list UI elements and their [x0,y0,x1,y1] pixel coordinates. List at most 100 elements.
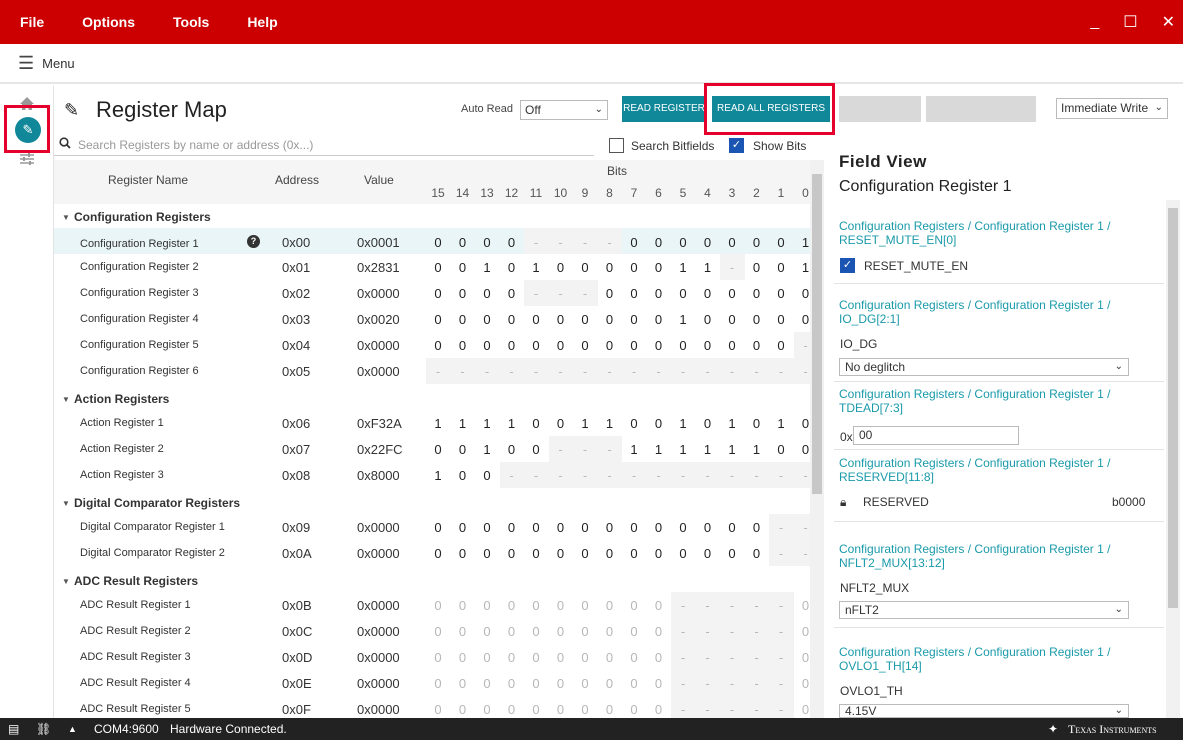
bit-cell[interactable]: 0 [475,676,499,691]
bit-cell[interactable]: 0 [500,442,524,457]
bit-cell[interactable]: 0 [426,702,450,717]
bit-cell[interactable]: 0 [500,312,524,327]
bit-cell[interactable]: 0 [451,520,475,535]
bit-cell[interactable]: 0 [426,312,450,327]
bit-cell[interactable]: 1 [671,416,695,431]
register-map-nav[interactable]: ✎ [4,105,50,153]
bit-cell[interactable]: 0 [500,676,524,691]
bit-cell[interactable]: 0 [524,442,548,457]
link-icon[interactable]: ⛓ [36,722,51,736]
bit-cell[interactable]: 0 [475,520,499,535]
bit-cell[interactable]: 0 [500,260,524,275]
bit-cell[interactable]: 0 [573,260,597,275]
bit-cell[interactable]: 0 [598,338,622,353]
bit-cell[interactable]: 0 [769,286,793,301]
bit-cell[interactable]: 0 [451,702,475,717]
bit-cell[interactable]: 0 [671,286,695,301]
register-row[interactable]: ADC Result Register 4 0x0E 0x0000 0 0 0 0 0 0 0 0 0… [54,670,810,696]
bit-cell[interactable]: 0 [426,650,450,665]
register-row[interactable]: Configuration Register 4 0x03 0x0020 0 0 0 0 0 0… [54,306,810,332]
ovlo1-th-select[interactable]: 4.15V ⌄ [839,704,1129,718]
register-value[interactable]: 0x0000 [357,624,400,639]
bit-cell[interactable]: 1 [475,416,499,431]
bit-cell[interactable]: 0 [426,598,450,613]
bit-cell[interactable]: 0 [745,312,769,327]
search-input[interactable]: Search Registers by name or address (0x.… [54,134,594,156]
bit-cell[interactable]: 0 [500,624,524,639]
bit-cell[interactable]: 1 [720,442,744,457]
bit-cell[interactable]: 0 [549,260,573,275]
bit-cell[interactable]: 0 [573,598,597,613]
register-row[interactable]: Action Register 1 0x06 0xF32A 1 1 1 1 0 0 1 1 0 0 1 0 1… [54,410,810,436]
register-value[interactable]: 0x0020 [357,312,400,327]
bit-cell[interactable]: 0 [451,624,475,639]
collapse-icon[interactable]: ▼ [62,213,70,222]
bit-cell[interactable]: 0 [647,598,671,613]
bit-cell[interactable]: 0 [671,338,695,353]
bit-cell[interactable]: 1 [671,312,695,327]
auto-read-select[interactable]: Off ⌄ [520,100,608,120]
bit-cell[interactable]: 0 [598,598,622,613]
bit-cell[interactable]: 0 [745,234,769,252]
bit-cell[interactable]: 0 [647,312,671,327]
bit-cell[interactable]: 1 [598,416,622,431]
bit-cell[interactable]: 0 [696,286,720,301]
bit-cell[interactable]: 0 [745,286,769,301]
bit-cell[interactable]: 1 [573,416,597,431]
bit-cell[interactable]: 0 [426,442,450,457]
field-link[interactable]: Configuration Registers / Configuration … [839,645,1159,673]
bit-cell[interactable]: 0 [451,468,475,483]
bit-cell[interactable]: 0 [696,338,720,353]
bit-cell[interactable]: 1 [524,260,548,275]
bit-cell[interactable]: 0 [475,286,499,301]
bit-cell[interactable]: 0 [549,650,573,665]
bit-cell[interactable]: 0 [475,546,499,561]
bit-cell[interactable]: 0 [696,312,720,327]
register-row[interactable]: ADC Result Register 1 0x0B 0x0000 0 0 0 0 0 0 0 0 0… [54,592,810,618]
bit-cell[interactable]: 0 [720,338,744,353]
register-row[interactable]: ADC Result Register 3 0x0D 0x0000 0 0 0 0 0 0 0 0 0… [54,644,810,670]
bit-cell[interactable]: 0 [500,338,524,353]
bit-cell[interactable]: 0 [524,624,548,639]
bit-cell[interactable]: 0 [451,546,475,561]
bit-cell[interactable]: 0 [451,234,475,252]
help-icon[interactable]: ? [247,235,260,248]
register-value[interactable]: 0x2831 [357,260,400,275]
bit-cell[interactable]: 0 [549,598,573,613]
search-bitfields-checkbox[interactable] [609,138,624,153]
bit-cell[interactable]: 0 [426,286,450,301]
bit-cell[interactable]: 1 [500,416,524,431]
field-link[interactable]: Configuration Registers / Configuration … [839,387,1159,415]
bit-cell[interactable]: 0 [598,286,622,301]
menu-label[interactable]: Menu [42,56,75,71]
bit-cell[interactable]: 0 [426,624,450,639]
bit-cell[interactable]: 0 [647,520,671,535]
bit-cell[interactable]: 0 [500,234,524,252]
bit-cell[interactable]: 1 [475,442,499,457]
bit-cell[interactable]: 0 [647,260,671,275]
register-value[interactable]: 0x0000 [357,520,400,535]
bit-cell[interactable]: 0 [500,286,524,301]
register-value[interactable]: 0x0000 [357,598,400,613]
bit-cell[interactable]: 0 [647,624,671,639]
field-link[interactable]: Configuration Registers / Configuration … [839,542,1159,570]
chevron-up-icon[interactable]: ▲ [68,724,77,734]
bit-cell[interactable]: 0 [524,312,548,327]
bit-cell[interactable]: 0 [573,338,597,353]
bit-cell[interactable]: 0 [500,702,524,717]
bit-cell[interactable]: 0 [524,676,548,691]
close-button[interactable]: ✕ [1162,12,1175,32]
bit-cell[interactable]: 0 [598,520,622,535]
bit-cell[interactable]: 0 [745,338,769,353]
bit-cell[interactable]: 0 [647,676,671,691]
bit-cell[interactable]: 0 [598,676,622,691]
register-row[interactable]: ADC Result Register 2 0x0C 0x0000 0 0 0 0 0 0 0 0 0… [54,618,810,644]
bit-cell[interactable]: 0 [451,442,475,457]
bit-cell[interactable]: 0 [598,312,622,327]
bit-cell[interactable]: 0 [524,650,548,665]
bit-cell[interactable]: 1 [745,442,769,457]
bit-cell[interactable]: 0 [524,520,548,535]
register-row[interactable]: Digital Comparator Register 2 0x0A 0x0000 0… [54,540,818,566]
maximize-button[interactable]: ☐ [1123,12,1137,32]
bit-cell[interactable]: 0 [475,650,499,665]
